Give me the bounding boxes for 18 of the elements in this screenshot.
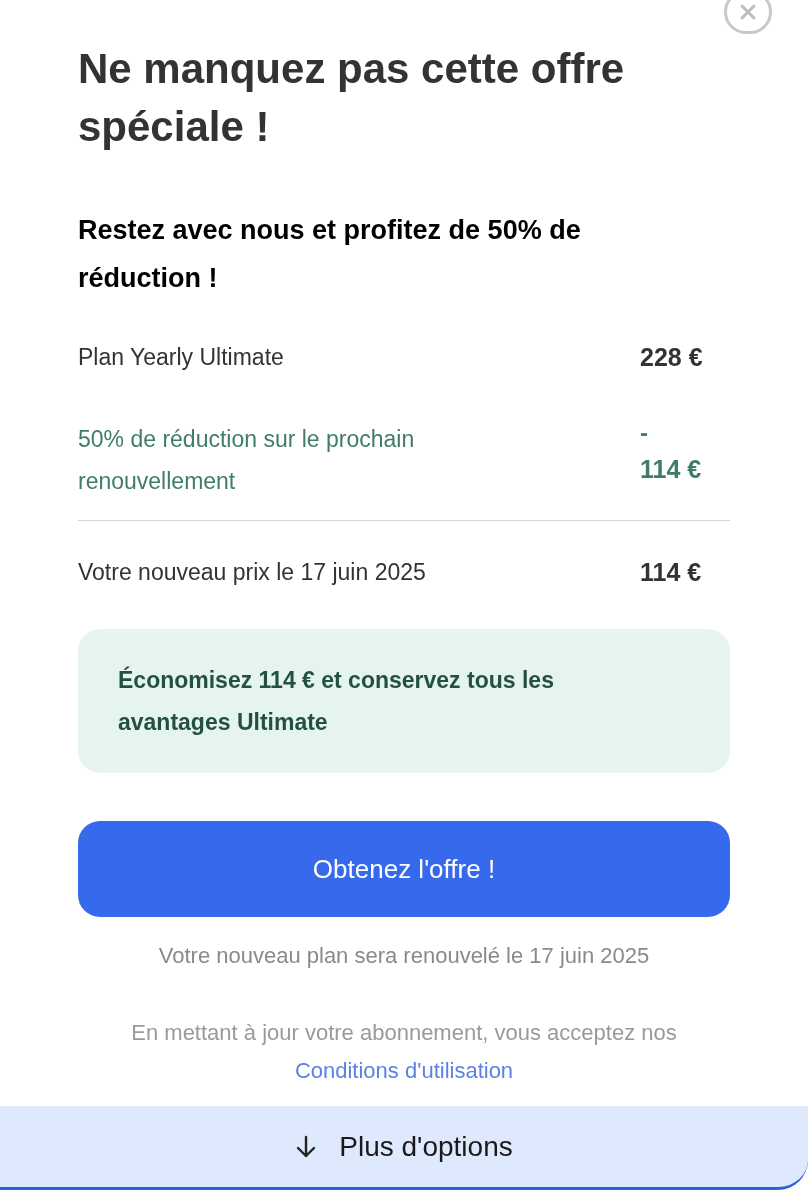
legal-text: En mettant à jour votre abonnement, vous acceptez nos Conditions d'utilisation xyxy=(130,1019,678,1085)
more-options-button[interactable]: Plus d'options xyxy=(0,1106,808,1190)
down-arrow-icon xyxy=(295,1134,318,1159)
close-button[interactable] xyxy=(724,0,772,34)
close-icon xyxy=(739,3,757,21)
get-offer-button[interactable]: Obtenez l'offre ! xyxy=(78,821,730,917)
line-label: 50% de réduction sur le prochain renouvellement xyxy=(78,425,416,496)
terms-link[interactable]: Conditions d'utilisation xyxy=(294,1058,514,1083)
line-amount: 228 € xyxy=(640,342,703,373)
renewal-note: Votre nouveau plan sera renouvelé le 17 juin 2025 xyxy=(157,942,651,970)
line-label: Votre nouveau prix le 17 juin 2025 xyxy=(78,558,427,587)
minus-sign: - xyxy=(640,418,648,448)
line-label: Plan Yearly Ultimate xyxy=(78,343,285,372)
offer-subtitle: Restez avec nous et profitez de 50% de réduction ! xyxy=(78,214,582,295)
savings-text: Économisez 114 € et conservez tous les avantages Ultimate xyxy=(118,665,555,737)
offer-title: Ne manquez pas cette offre spéciale ! xyxy=(78,44,626,152)
line-amount: 114 € xyxy=(640,557,702,588)
line-amount: 114 € xyxy=(640,454,702,485)
